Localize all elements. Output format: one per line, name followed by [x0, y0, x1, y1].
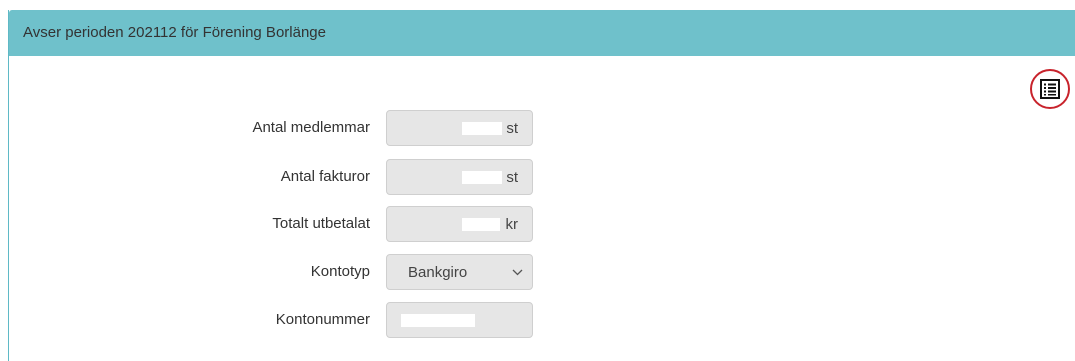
paid-total-label: Totalt utbetalat: [272, 215, 370, 232]
account-number-label: Kontonummer: [275, 311, 370, 328]
account-number-value: [401, 314, 475, 327]
list-icon: [1040, 79, 1060, 99]
invoices-field[interactable]: st: [386, 159, 533, 195]
invoices-label: Antal fakturor: [280, 168, 370, 185]
account-type-select[interactable]: Bankgiro: [386, 254, 533, 290]
members-value: [462, 122, 502, 135]
members-row: Antal medlemmar st: [9, 110, 609, 146]
chevron-down-icon: [512, 269, 523, 276]
members-unit: st: [506, 120, 518, 137]
invoices-row: Antal fakturor st: [9, 159, 609, 195]
page-title: Avser perioden 202112 för Förening Borlä…: [23, 24, 326, 41]
account-type-selected: Bankgiro: [408, 264, 468, 281]
invoices-value: [462, 171, 502, 184]
account-number-field[interactable]: [386, 302, 533, 338]
list-view-button[interactable]: [1030, 69, 1070, 109]
paid-total-unit: kr: [505, 216, 519, 233]
account-type-label: Kontotyp: [310, 263, 370, 280]
account-number-row: Kontonummer: [9, 302, 609, 338]
panel-header: Avser perioden 202112 för Förening Borlä…: [9, 10, 1075, 56]
paid-total-row: Totalt utbetalat kr: [9, 206, 609, 242]
members-label: Antal medlemmar: [252, 119, 370, 136]
report-panel: Avser perioden 202112 för Förening Borlä…: [8, 10, 1075, 361]
paid-total-value: [462, 218, 500, 231]
invoices-unit: st: [506, 169, 518, 186]
paid-total-field[interactable]: kr: [386, 206, 533, 242]
account-type-row: Kontotyp Bankgiro: [9, 254, 609, 290]
members-field[interactable]: st: [386, 110, 533, 146]
